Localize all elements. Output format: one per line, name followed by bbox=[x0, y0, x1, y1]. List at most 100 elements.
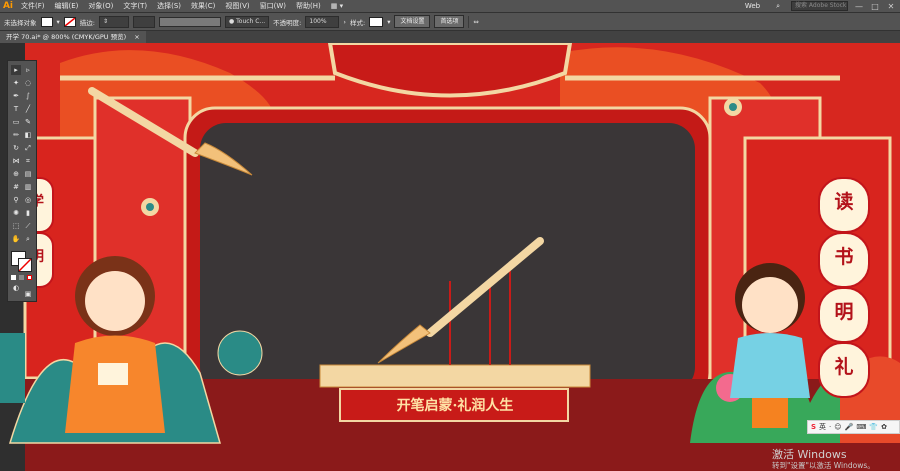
pen-tool-icon[interactable]: ✒ bbox=[11, 91, 21, 101]
arrange-icon[interactable]: ⇔ bbox=[473, 18, 478, 26]
plaque-char-2: 书 bbox=[818, 232, 870, 288]
skin-icon[interactable]: 👕 bbox=[869, 423, 878, 431]
variable-width-profile[interactable] bbox=[158, 16, 221, 27]
zoom-tool-icon[interactable]: ⌕ bbox=[23, 234, 33, 244]
chevron-down-icon[interactable]: ▾ bbox=[57, 18, 60, 26]
plaque-char-3: 明 bbox=[818, 287, 870, 343]
color-mode-icon[interactable] bbox=[11, 275, 16, 280]
document-setup-button[interactable]: 文档设置 bbox=[394, 15, 431, 28]
menu-bar: Ai 文件(F) 编辑(E) 对象(O) 文字(T) 选择(S) 效果(C) 视… bbox=[0, 0, 900, 12]
emoji-icon[interactable]: ☺ bbox=[834, 423, 841, 431]
tools-panel: ▸ ▹ ✦ ◌ ✒ ∫ T ╱ ▭ ✎ ✏ ◧ ↻ ⤢ ⋈ ⌗ ⊕ ▤ # ▥ … bbox=[7, 60, 37, 302]
eyedropper-tool-icon[interactable]: ⚲ bbox=[11, 195, 21, 205]
ime-toolbar[interactable]: S 英 · ☺ 🎤 ⌨ 👕 ✿ bbox=[807, 420, 900, 434]
column-graph-tool-icon[interactable]: ▮ bbox=[23, 208, 33, 218]
selection-tool-icon[interactable]: ▸ bbox=[11, 65, 21, 75]
chevron-right-icon[interactable]: › bbox=[343, 18, 346, 26]
perspective-grid-tool-icon[interactable]: ▤ bbox=[23, 169, 33, 179]
selection-status: 未选择对象 bbox=[4, 18, 37, 27]
preferences-button[interactable]: 首选项 bbox=[434, 15, 465, 28]
minimize-button[interactable]: — bbox=[854, 2, 864, 11]
menu-type[interactable]: 文字(T) bbox=[118, 1, 152, 11]
symbol-sprayer-tool-icon[interactable]: ✺ bbox=[11, 208, 21, 218]
app-logo: Ai bbox=[2, 1, 14, 11]
shape-builder-tool-icon[interactable]: ⊕ bbox=[11, 169, 21, 179]
boy-shorts bbox=[752, 398, 788, 428]
screen-mode-icon[interactable]: ▣ bbox=[23, 289, 33, 299]
document-tab[interactable]: 开学 70.ai* @ 800% (CMYK/GPU 预览) × bbox=[0, 31, 146, 43]
type-tool-icon[interactable]: T bbox=[11, 104, 21, 114]
plaque-char-4: 礼 bbox=[818, 342, 870, 398]
graphic-style-swatch[interactable] bbox=[369, 16, 384, 27]
layout-icon[interactable]: ▦ ▾ bbox=[326, 2, 348, 10]
keyboard-icon[interactable]: ⌨ bbox=[856, 423, 866, 431]
brush-label: Touch C... bbox=[236, 17, 266, 25]
direct-selection-tool-icon[interactable]: ▹ bbox=[23, 65, 33, 75]
magic-wand-tool-icon[interactable]: ✦ bbox=[11, 78, 21, 88]
close-icon[interactable]: × bbox=[134, 33, 139, 41]
pine-tree bbox=[217, 330, 263, 376]
stroke-color-icon[interactable] bbox=[18, 258, 32, 272]
menu-file[interactable]: 文件(F) bbox=[16, 1, 50, 11]
line-tool-icon[interactable]: ╱ bbox=[23, 104, 33, 114]
ime-punctuation-toggle[interactable]: · bbox=[829, 423, 831, 431]
menu-effect[interactable]: 效果(C) bbox=[186, 1, 220, 11]
pencil-tool-icon[interactable]: ✏ bbox=[11, 130, 21, 140]
gradient-tool-icon[interactable]: ▥ bbox=[23, 182, 33, 192]
brush-definition-dropdown[interactable]: ● Touch C... bbox=[224, 15, 270, 28]
menu-object[interactable]: 对象(O) bbox=[83, 1, 118, 11]
menu-window[interactable]: 窗口(W) bbox=[255, 1, 291, 11]
gradient-mode-icon[interactable] bbox=[19, 275, 24, 280]
menu-edit[interactable]: 编辑(E) bbox=[50, 1, 84, 11]
slice-tool-icon[interactable]: ⟋ bbox=[23, 221, 33, 231]
chevron-down-icon[interactable]: ▾ bbox=[387, 18, 390, 26]
rotate-tool-icon[interactable]: ↻ bbox=[11, 143, 21, 153]
scale-tool-icon[interactable]: ⤢ bbox=[23, 143, 33, 153]
flower-center bbox=[729, 103, 737, 111]
opacity-input[interactable]: 100% bbox=[305, 15, 340, 28]
free-transform-tool-icon[interactable]: ⌗ bbox=[23, 156, 33, 166]
style-label: 样式: bbox=[349, 18, 366, 27]
plaque-char-1: 读 bbox=[818, 177, 870, 233]
none-mode-icon[interactable] bbox=[27, 275, 32, 280]
screen-display bbox=[200, 123, 695, 393]
menu-help[interactable]: 帮助(H) bbox=[291, 1, 326, 11]
fill-swatch[interactable] bbox=[40, 16, 53, 27]
stroke-swatch[interactable] bbox=[63, 16, 76, 27]
boy-shirt bbox=[730, 333, 810, 398]
close-window-button[interactable]: ✕ bbox=[886, 2, 896, 11]
slogan-text: 开笔启蒙·礼润人生 bbox=[396, 398, 514, 414]
stroke-unit-dropdown[interactable] bbox=[132, 15, 155, 28]
blend-tool-icon[interactable]: ◎ bbox=[23, 195, 33, 205]
divider bbox=[468, 15, 470, 28]
boy-face bbox=[742, 277, 798, 333]
mesh-tool-icon[interactable]: # bbox=[11, 182, 21, 192]
toolbox-icon[interactable]: ✿ bbox=[881, 423, 887, 431]
hand-tool-icon[interactable]: ✋ bbox=[11, 234, 21, 244]
maximize-button[interactable]: □ bbox=[870, 2, 880, 11]
none-slash-icon bbox=[64, 17, 75, 26]
rectangle-tool-icon[interactable]: ▭ bbox=[11, 117, 21, 127]
draw-mode-icon[interactable]: ◐ bbox=[11, 283, 21, 293]
menu-select[interactable]: 选择(S) bbox=[152, 1, 186, 11]
artboard-tool-icon[interactable]: ⬚ bbox=[11, 221, 21, 231]
curvature-tool-icon[interactable]: ∫ bbox=[23, 91, 33, 101]
search-icon[interactable]: ⌕ bbox=[771, 2, 785, 11]
shrub-left bbox=[0, 333, 25, 403]
girl-pocket bbox=[98, 363, 128, 385]
girl-face bbox=[85, 271, 145, 331]
workspace-switcher[interactable]: Web bbox=[740, 2, 765, 10]
lasso-tool-icon[interactable]: ◌ bbox=[23, 78, 33, 88]
artboard-canvas[interactable]: 读 书 明 礼 学 明 开笔启蒙·礼润人生 bbox=[0, 43, 900, 471]
microphone-icon[interactable]: 🎤 bbox=[845, 423, 854, 431]
eraser-tool-icon[interactable]: ◧ bbox=[23, 130, 33, 140]
stroke-weight-dropdown[interactable]: ⇕ bbox=[98, 15, 129, 28]
ime-logo-icon[interactable]: S bbox=[811, 423, 816, 431]
menu-view[interactable]: 视图(V) bbox=[220, 1, 254, 11]
document-tab-label: 开学 70.ai* @ 800% (CMYK/GPU 预览) bbox=[6, 33, 127, 41]
width-tool-icon[interactable]: ⋈ bbox=[11, 156, 21, 166]
paintbrush-tool-icon[interactable]: ✎ bbox=[23, 117, 33, 127]
stock-search-input[interactable]: 搜索 Adobe Stock bbox=[791, 1, 848, 11]
none-slash-icon bbox=[19, 259, 31, 271]
ime-language-toggle[interactable]: 英 bbox=[819, 422, 826, 432]
